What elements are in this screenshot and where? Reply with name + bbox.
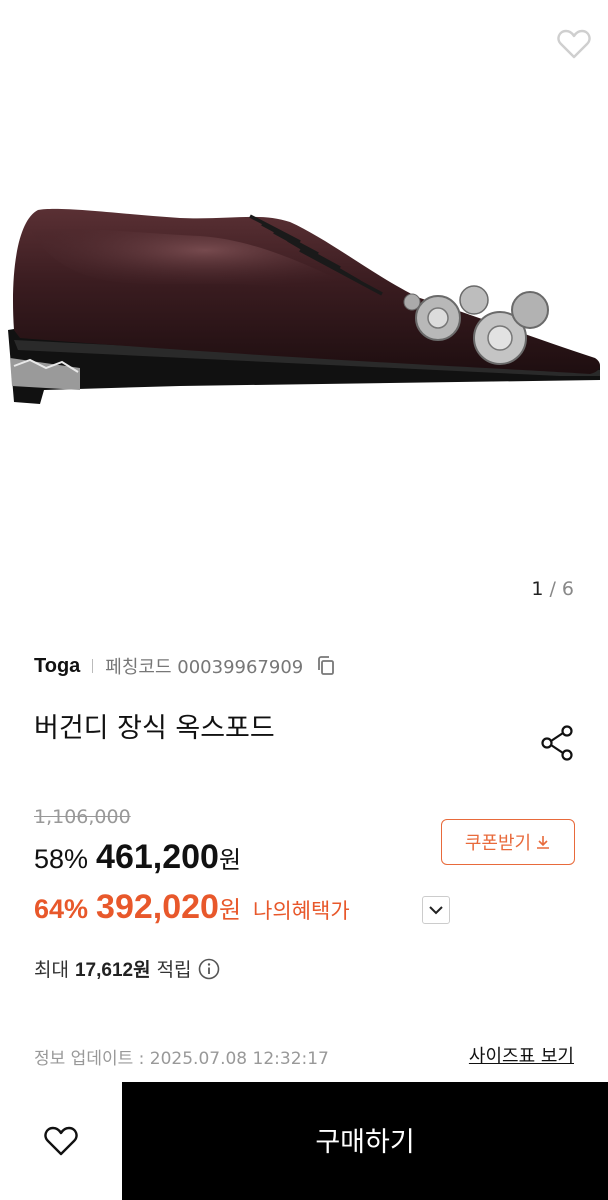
image-counter-current: 1 — [531, 578, 544, 600]
benefit-label: 나의혜택가 — [253, 899, 350, 923]
heart-icon — [44, 1126, 78, 1156]
brand-name[interactable]: Toga — [34, 655, 80, 678]
points-prefix: 최대 — [34, 959, 69, 981]
currency-unit: 원 — [218, 846, 242, 874]
image-counter: 1 / 6 — [531, 578, 574, 600]
coupon-button[interactable]: 쿠폰받기 — [441, 819, 575, 865]
brand-row: Toga 페칭코드 00039967909 — [34, 652, 335, 680]
benefit-price: 392,020 — [96, 888, 219, 926]
image-counter-separator: / — [549, 578, 556, 600]
bottom-action-bar: 구매하기 — [0, 1082, 608, 1200]
benefit-details-toggle[interactable] — [422, 896, 450, 924]
points-suffix: 적립 — [156, 959, 192, 981]
image-counter-total: 6 — [561, 578, 574, 600]
info-icon[interactable] — [198, 958, 220, 980]
wishlist-button-bottom[interactable] — [0, 1082, 122, 1200]
discount-rate: 58% — [34, 844, 89, 874]
coupon-button-label: 쿠폰받기 — [464, 833, 532, 854]
product-image — [8, 208, 601, 404]
original-price: 1,106,000 — [34, 806, 131, 828]
sale-price: 461,200 — [96, 838, 219, 876]
divider — [92, 659, 94, 673]
download-icon — [537, 836, 550, 849]
info-updated: 정보 업데이트 : 2025.07.08 12:32:17 — [34, 1049, 329, 1069]
share-button[interactable] — [536, 722, 578, 764]
heart-icon — [557, 29, 591, 59]
benefit-discount-rate: 64% — [34, 894, 89, 924]
copy-icon[interactable] — [317, 656, 335, 676]
size-chart-link[interactable]: 사이즈표 보기 — [469, 1042, 574, 1068]
benefit-currency-unit: 원 — [218, 896, 242, 924]
benefit-price-row: 64% 392,020 원 나의혜택가 — [34, 888, 350, 927]
chevron-down-icon — [429, 906, 443, 915]
product-code: 페칭코드 00039967909 — [105, 657, 304, 678]
points-amount: 17,612원 — [74, 960, 151, 981]
wishlist-button-top[interactable] — [552, 22, 596, 66]
buy-button[interactable]: 구매하기 — [122, 1082, 608, 1200]
product-title: 버건디 장식 옥스포드 — [34, 713, 275, 744]
reward-points: 최대 17,612원 적립 — [34, 955, 220, 982]
share-icon — [541, 725, 573, 761]
price-row: 58% 461,200 원 — [34, 838, 241, 877]
product-image-gallery[interactable]: 1 / 6 — [0, 0, 608, 620]
